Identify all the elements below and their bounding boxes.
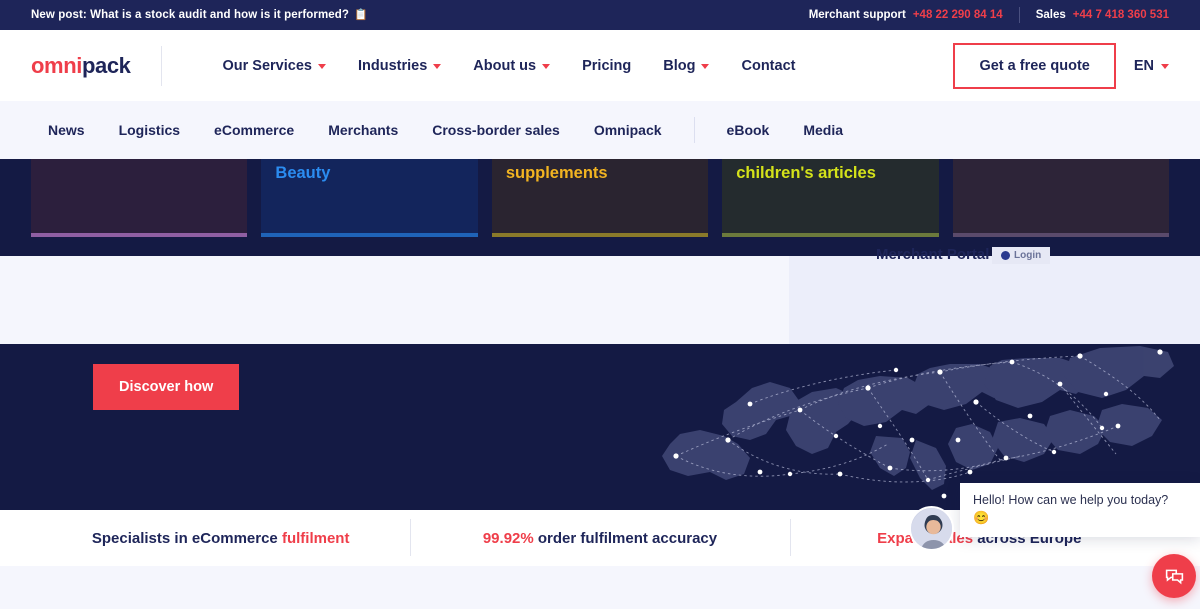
chevron-down-icon: [318, 64, 326, 69]
nav-label: Contact: [741, 58, 795, 74]
sales-contact: Sales +44 7 418 360 531: [1020, 9, 1169, 21]
nav-label: Our Services: [223, 58, 312, 74]
chat-bubbles-icon: [1164, 566, 1185, 587]
announcement-link[interactable]: New post: What is a stock audit and how …: [31, 9, 368, 21]
footer-spacer: [0, 566, 1200, 608]
industry-card-title: Beauty: [275, 159, 463, 186]
nav-item-contact[interactable]: Contact: [725, 58, 811, 74]
language-selector[interactable]: EN: [1134, 58, 1169, 74]
get-free-quote-button[interactable]: Get a free quote: [953, 43, 1115, 89]
merchant-support-phone[interactable]: +48 22 290 84 14: [913, 9, 1003, 21]
card-underline: [953, 233, 1169, 237]
merchant-portal-band: Merchant Portal Login: [0, 256, 1200, 344]
industry-card-beauty[interactable]: Beauty: [261, 159, 477, 237]
secondary-navigation: News Logistics eCommerce Merchants Cross…: [0, 101, 1200, 159]
lock-icon: [1001, 251, 1010, 260]
industry-cards-strip: Beauty supplements children's articles: [0, 159, 1200, 256]
portal-panel: [789, 256, 1200, 344]
industry-card-childrens-articles[interactable]: children's articles: [722, 159, 938, 237]
nav-label: Industries: [358, 58, 427, 74]
nav-label: About us: [473, 58, 536, 74]
discover-how-button[interactable]: Discover how: [93, 364, 239, 410]
industry-card[interactable]: [31, 159, 247, 237]
merchant-support-contact: Merchant support +48 22 290 84 14: [793, 9, 1019, 21]
chevron-down-icon: [1161, 64, 1169, 69]
subnav-item-ecommerce[interactable]: eCommerce: [197, 122, 311, 138]
merchant-portal-label: Merchant Portal: [876, 246, 989, 263]
smile-emoji-icon: 😊: [973, 510, 1187, 526]
subnav-item-logistics[interactable]: Logistics: [102, 122, 197, 138]
stat-highlight: 99.92%: [483, 530, 534, 547]
announcement-text: New post: What is a stock audit and how …: [31, 9, 349, 21]
merchant-support-label: Merchant support: [809, 9, 906, 21]
industry-card-title: [45, 159, 233, 161]
industry-card-title: children's articles: [736, 159, 924, 186]
chat-greeting-bubble: Hello! How can we help you today? 😊: [960, 483, 1200, 537]
portal-login-label: Login: [1014, 250, 1041, 261]
subnav-item-merchants[interactable]: Merchants: [311, 122, 415, 138]
nav-item-about-us[interactable]: About us: [457, 58, 566, 74]
stat-prefix: Specialists in eCommerce: [92, 530, 282, 547]
nav-item-our-services[interactable]: Our Services: [207, 58, 342, 74]
industry-card-title: [967, 159, 1155, 161]
card-underline: [722, 233, 938, 237]
logo-divider: [161, 46, 162, 86]
subnav-item-news[interactable]: News: [31, 122, 102, 138]
announcement-bar: New post: What is a stock audit and how …: [0, 0, 1200, 30]
industry-card-supplements[interactable]: supplements: [492, 159, 708, 237]
nav-item-pricing[interactable]: Pricing: [566, 58, 647, 74]
card-underline: [492, 233, 708, 237]
topbar-contacts: Merchant support +48 22 290 84 14 Sales …: [793, 7, 1169, 23]
clipboard-icon: 📋: [354, 10, 368, 21]
chat-launcher-button[interactable]: [1152, 554, 1196, 598]
sales-label: Sales: [1036, 9, 1066, 21]
chevron-down-icon: [433, 64, 441, 69]
subnav-item-omnipack[interactable]: Omnipack: [577, 122, 679, 138]
stat-specialists: Specialists in eCommerce fulfilment: [31, 530, 410, 547]
subnav-item-ebook[interactable]: eBook: [710, 122, 787, 138]
industry-card-title: supplements: [506, 159, 694, 186]
portal-login-button[interactable]: Login: [992, 247, 1050, 264]
subnav-item-cross-border-sales[interactable]: Cross-border sales: [415, 122, 577, 138]
header-actions: Get a free quote EN: [953, 43, 1169, 89]
sales-phone[interactable]: +44 7 418 360 531: [1073, 9, 1169, 21]
logo-pack: pack: [82, 53, 131, 78]
nav-item-industries[interactable]: Industries: [342, 58, 457, 74]
site-logo[interactable]: omnipack: [31, 53, 131, 79]
nav-label: Pricing: [582, 58, 631, 74]
chevron-down-icon: [701, 64, 709, 69]
industry-card[interactable]: [953, 159, 1169, 237]
chevron-down-icon: [542, 64, 550, 69]
stat-accuracy: 99.92% order fulfilment accuracy: [410, 530, 789, 547]
agent-avatar: [909, 506, 954, 551]
main-header: omnipack Our Services Industries About u…: [0, 30, 1200, 101]
page-root: New post: What is a stock audit and how …: [0, 0, 1200, 609]
subnav-divider: [694, 117, 695, 143]
subnav-item-media[interactable]: Media: [786, 122, 860, 138]
industry-cards-row: Beauty supplements children's articles: [31, 159, 1169, 256]
card-underline: [261, 233, 477, 237]
chat-greeting-text: Hello! How can we help you today?: [973, 492, 1187, 509]
logo-omni: omni: [31, 53, 82, 78]
nav-label: Blog: [663, 58, 695, 74]
stat-suffix: order fulfilment accuracy: [534, 530, 717, 547]
primary-navigation: Our Services Industries About us Pricing…: [207, 58, 812, 74]
stat-highlight: fulfilment: [282, 530, 350, 547]
card-underline: [31, 233, 247, 237]
nav-item-blog[interactable]: Blog: [647, 58, 725, 74]
language-label: EN: [1134, 58, 1154, 74]
